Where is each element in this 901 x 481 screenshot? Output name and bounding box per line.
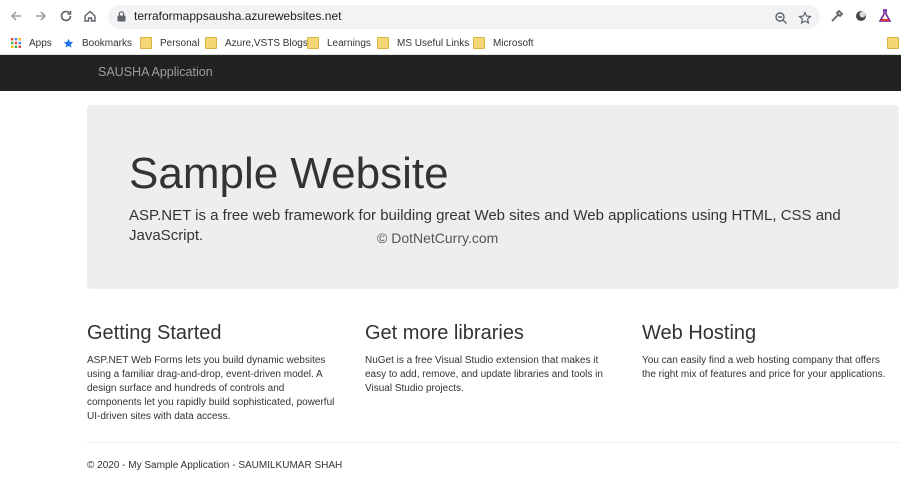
bookmark-overflow-folder[interactable]	[887, 35, 899, 51]
apps-grid-icon	[11, 38, 21, 48]
bookmark-folder-microsoft[interactable]: Microsoft	[473, 35, 534, 51]
bookmark-folder-personal[interactable]: Personal	[140, 35, 199, 51]
lock-icon	[117, 11, 126, 22]
page-title: Sample Website	[129, 149, 449, 198]
folder-icon	[307, 37, 319, 49]
column-heading: Get more libraries	[365, 322, 524, 344]
flask-extension-icon[interactable]	[877, 8, 893, 24]
bookmark-label: Microsoft	[493, 37, 534, 49]
address-bar[interactable]: terraformappsausha.azurewebsites.net	[108, 5, 820, 29]
jumbotron: Sample Website ASP.NET is a free web fra…	[87, 105, 899, 289]
column-text: NuGet is a free Visual Studio extension …	[365, 355, 603, 394]
folder-icon	[140, 37, 152, 49]
bookmark-label: Personal	[160, 37, 200, 49]
url-text: terraformappsausha.azurewebsites.net	[134, 9, 342, 23]
back-button[interactable]	[6, 6, 26, 26]
extension-circle-icon[interactable]	[853, 8, 869, 24]
bookmark-label: Azure,VSTS Blogs	[225, 37, 308, 49]
bookmarks-bar: Apps Bookmarks Personal Azure,VSTS Blogs…	[0, 32, 901, 55]
column-get-more-libraries: Get more libraries NuGet is a free Visua…	[365, 322, 617, 396]
bookmark-apps[interactable]: Apps	[11, 35, 52, 51]
zoom-icon[interactable]	[774, 11, 788, 25]
bookmark-folder-ms-useful-links[interactable]: MS Useful Links	[377, 35, 469, 51]
bookmark-star-icon[interactable]	[798, 11, 812, 25]
bookmark-folder-learnings[interactable]: Learnings	[307, 35, 371, 51]
column-heading: Getting Started	[87, 322, 222, 344]
watermark-text: © DotNetCurry.com	[377, 230, 499, 246]
reload-icon	[60, 10, 72, 22]
bookmark-label: Bookmarks	[82, 37, 133, 49]
browser-toolbar: terraformappsausha.azurewebsites.net	[0, 0, 901, 32]
home-button[interactable]	[80, 6, 100, 26]
column-getting-started: Getting Started ASP.NET Web Forms lets y…	[87, 322, 339, 424]
footer-divider	[87, 442, 899, 443]
forward-button[interactable]	[31, 6, 51, 26]
star-icon	[63, 38, 74, 48]
folder-icon	[473, 37, 485, 49]
forward-arrow-icon	[36, 11, 47, 21]
folder-icon	[887, 37, 899, 49]
column-heading: Web Hosting	[642, 322, 757, 344]
bookmark-label: Learnings	[327, 37, 371, 49]
folder-icon	[377, 37, 389, 49]
home-icon	[84, 10, 96, 22]
brand-link[interactable]: SAUSHA Application	[98, 65, 213, 79]
bookmark-folder-azure-vsts-blogs[interactable]: Azure,VSTS Blogs	[205, 35, 308, 51]
bookmark-bookmarks[interactable]: Bookmarks	[63, 35, 132, 51]
back-arrow-icon	[10, 11, 21, 21]
column-web-hosting: Web Hosting You can easily find a web ho…	[642, 322, 894, 382]
eyedropper-extension-icon[interactable]	[829, 8, 845, 24]
bookmark-label: MS Useful Links	[397, 37, 470, 49]
footer-text: © 2020 - My Sample Application - SAUMILK…	[87, 460, 343, 471]
site-navbar: SAUSHA Application	[0, 55, 901, 91]
column-text: ASP.NET Web Forms lets you build dynamic…	[87, 355, 335, 422]
bookmark-label: Apps	[29, 37, 52, 49]
folder-icon	[205, 37, 217, 49]
column-text: You can easily find a web hosting compan…	[642, 355, 886, 380]
reload-button[interactable]	[56, 6, 76, 26]
